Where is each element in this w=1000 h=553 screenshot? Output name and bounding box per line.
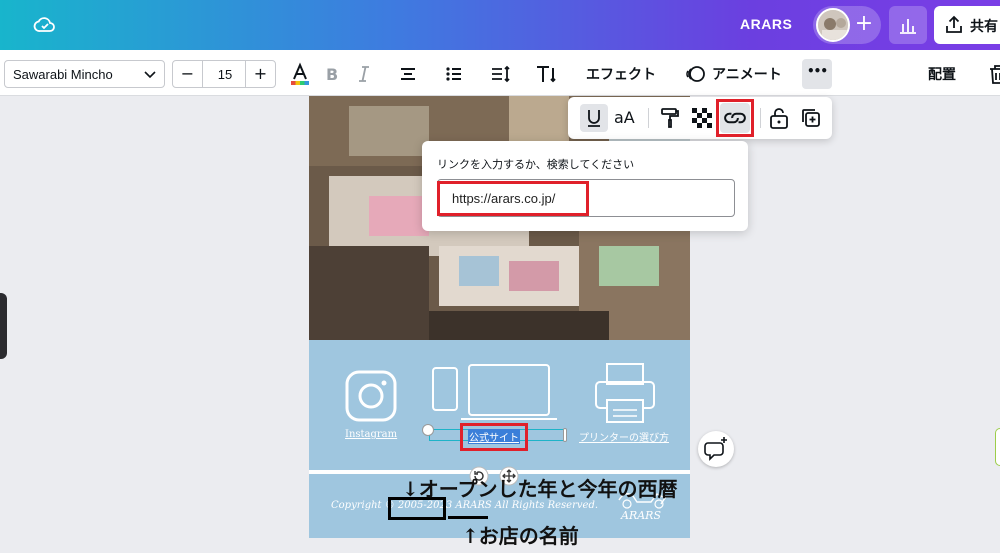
font-family-value: Sawarabi Mincho: [13, 67, 113, 82]
bar-chart-icon: [900, 19, 916, 34]
highlight-shop-name: [448, 516, 488, 519]
share-button[interactable]: 共有: [934, 6, 1000, 44]
annotation-shop-name: ↑お店の名前: [462, 524, 579, 548]
upload-icon: [946, 15, 962, 33]
list-icon[interactable]: [442, 62, 466, 86]
line-spacing-icon[interactable]: [488, 62, 512, 86]
text-case-button[interactable]: aA: [614, 108, 635, 127]
instagram-link[interactable]: Instagram: [345, 429, 397, 440]
insights-button[interactable]: [889, 6, 927, 44]
printer-guide-link[interactable]: プリンターの選び方: [579, 429, 669, 444]
toolbar-divider: [648, 108, 649, 128]
font-size-decrease-button[interactable]: −: [173, 61, 203, 87]
logo-text: ARARS: [620, 509, 661, 522]
resize-handle-right[interactable]: [563, 428, 567, 442]
toolbar-divider: [760, 108, 761, 128]
font-size-stepper: − 15 +: [172, 60, 276, 88]
font-size-value[interactable]: 15: [203, 67, 247, 82]
more-label: •••: [807, 64, 828, 78]
align-center-icon[interactable]: [396, 62, 420, 86]
svg-text:B: B: [326, 65, 338, 84]
cloud-saved-icon[interactable]: [33, 13, 57, 37]
effects-button[interactable]: エフェクト: [586, 64, 656, 84]
printer-icon[interactable]: [593, 362, 657, 426]
position-button[interactable]: 配置: [928, 64, 956, 84]
more-options-button[interactable]: •••: [802, 59, 832, 89]
transparency-icon[interactable]: [692, 108, 712, 128]
highlight-url-input: [437, 181, 589, 216]
add-collaborator-icon[interactable]: +: [852, 12, 876, 36]
paint-roller-icon[interactable]: [658, 106, 682, 130]
highlight-official-site: [460, 423, 528, 451]
animate-button[interactable]: アニメート: [712, 64, 782, 84]
annotation-years: ↓オープンした年と今年の西暦: [402, 477, 678, 501]
instagram-icon[interactable]: [345, 370, 397, 422]
side-panel-toggle[interactable]: [0, 293, 7, 359]
device-icon[interactable]: [431, 363, 561, 423]
animate-icon[interactable]: [683, 62, 707, 86]
share-label: 共有: [970, 19, 998, 35]
chevron-down-icon: [144, 71, 156, 79]
italic-icon[interactable]: [352, 62, 376, 86]
notes-tab[interactable]: [995, 428, 1000, 466]
underline-button[interactable]: [580, 104, 608, 132]
highlight-link-button: [716, 99, 754, 137]
bold-icon[interactable]: B: [320, 62, 344, 86]
font-family-select[interactable]: Sawarabi Mincho: [4, 60, 165, 88]
resize-handle-left[interactable]: [422, 424, 434, 436]
link-popover-label: リンクを入力するか、検索してください: [437, 158, 635, 171]
trash-icon[interactable]: [986, 62, 1000, 86]
duplicate-icon[interactable]: [800, 107, 822, 129]
comment-add-icon: [704, 437, 727, 461]
avatar[interactable]: [816, 8, 850, 42]
vertical-text-icon[interactable]: [534, 62, 558, 86]
design-title[interactable]: ARARS: [740, 16, 792, 32]
lock-icon[interactable]: [768, 106, 790, 130]
add-comment-button[interactable]: [698, 431, 734, 467]
underline-icon: [588, 110, 600, 127]
font-size-increase-button[interactable]: +: [245, 61, 275, 87]
text-color-icon[interactable]: [288, 62, 312, 86]
